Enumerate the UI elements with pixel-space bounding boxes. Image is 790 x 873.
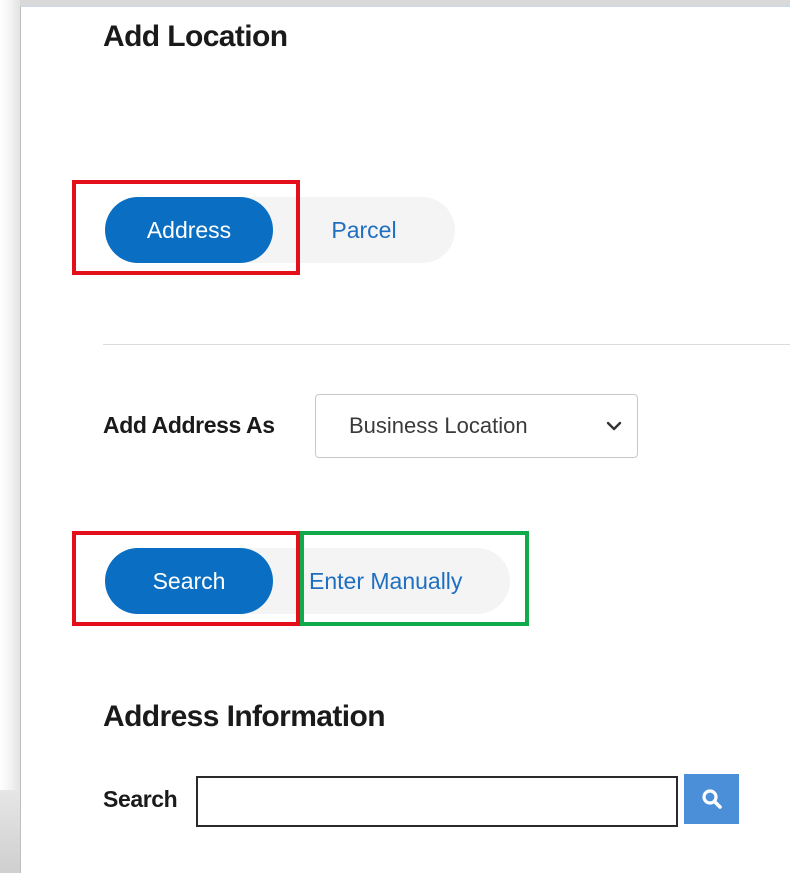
page-title: Add Location (103, 20, 288, 53)
chevron-down-icon (605, 417, 623, 435)
add-address-as-label: Add Address As (103, 412, 275, 438)
window-edge-shadow-bottom (0, 790, 20, 873)
address-information-title: Address Information (103, 700, 386, 733)
search-icon (700, 787, 724, 811)
search-mode-highlight-box (72, 531, 300, 626)
address-highlight-box (72, 180, 300, 275)
add-address-as-select[interactable]: Business Location (315, 394, 638, 458)
parcel-toggle-button[interactable]: Parcel (273, 197, 455, 263)
add-address-as-selected-value: Business Location (349, 413, 528, 438)
address-search-button[interactable] (684, 774, 739, 824)
search-field-label: Search (103, 786, 178, 812)
enter-manually-highlight-box (300, 531, 529, 626)
section-divider (103, 344, 790, 345)
address-search-input[interactable] (196, 776, 678, 827)
window-edge-shadow (0, 0, 20, 873)
